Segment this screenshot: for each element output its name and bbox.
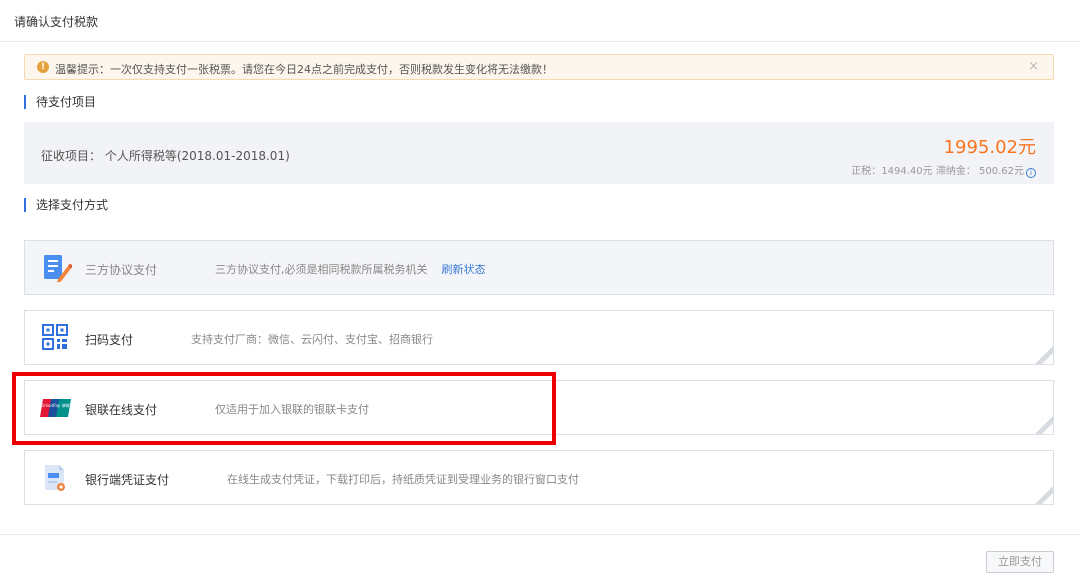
pending-summary: 征收项目： 个人所得税等(2018.01-2018.01) 1995.02元 正…: [24, 122, 1054, 184]
pay-option-unionpay-name: 银联在线支付: [85, 403, 158, 417]
qr-code-icon: [42, 324, 68, 350]
pay-option-qr[interactable]: 扫码支付 支持支付厂商：微信、云闪付、支付宝、招商银行: [24, 310, 1054, 365]
corner-triangle-icon: [1035, 416, 1053, 434]
pay-option-tripartite-name: 三方协议支付: [85, 263, 158, 277]
pay-option-tripartite[interactable]: 三方协议支付 三方协议支付,必须是相同税款所属税务机关 刷新状态: [24, 240, 1054, 295]
amount-detail: 正税：1494.40元 滞纳金： 500.62元 i: [851, 162, 1036, 178]
pay-option-bank-voucher[interactable]: 银行端凭证支付 在线生成支付凭证，下载打印后，持纸质凭证到受理业务的银行窗口支付: [24, 450, 1054, 505]
pending-section-title: 待支付项目: [24, 95, 96, 109]
pay-option-unionpay-desc: 仅适用于加入银联的银联卡支付: [215, 403, 369, 416]
total-amount: 1995.02元: [943, 137, 1036, 158]
corner-triangle-icon: [1035, 346, 1053, 364]
amount-detail-text: 正税：1494.40元 滞纳金： 500.62元: [851, 166, 1024, 177]
pay-option-qr-desc: 支持支付厂商：微信、云闪付、支付宝、招商银行: [191, 333, 433, 346]
corner-triangle-icon: [1035, 486, 1053, 504]
refresh-status-link[interactable]: 刷新状态: [442, 263, 486, 276]
close-icon[interactable]: ×: [1028, 60, 1039, 74]
pay-option-unionpay[interactable]: UnionPay 银联 银联在线支付 仅适用于加入银联的银联卡支付: [24, 380, 1054, 435]
page-title: 请确认支付税款: [14, 15, 99, 29]
page-header: 请确认支付税款: [0, 0, 1080, 42]
warning-notice: ! 温馨提示：一次仅支持支付一张税票。请您在今日24点之前完成支付，否则税款发生…: [24, 54, 1054, 80]
info-icon[interactable]: i: [1026, 168, 1036, 178]
unionpay-card-icon: UnionPay 银联: [40, 399, 71, 417]
unionpay-logo-text: UnionPay 银联: [41, 403, 70, 408]
pay-now-button[interactable]: 立即支付: [986, 551, 1054, 573]
bank-voucher-icon: [45, 465, 65, 491]
pay-option-tripartite-desc: 三方协议支付,必须是相同税款所属税务机关 刷新状态: [215, 261, 486, 277]
document-pen-icon: [44, 255, 72, 283]
page-footer: 立即支付: [0, 534, 1080, 582]
notice-text: 温馨提示：一次仅支持支付一张税票。请您在今日24点之前完成支付，否则税款发生变化…: [55, 63, 553, 76]
pay-option-tripartite-desc-text: 三方协议支付,必须是相同税款所属税务机关: [215, 263, 428, 276]
pay-option-bank-voucher-desc: 在线生成支付凭证，下载打印后，持纸质凭证到受理业务的银行窗口支付: [227, 473, 579, 486]
pay-option-bank-voucher-name: 银行端凭证支付: [85, 473, 170, 487]
payment-section-title: 选择支付方式: [24, 198, 108, 212]
collection-item-label: 征收项目： 个人所得税等(2018.01-2018.01): [41, 149, 290, 163]
pay-option-qr-name: 扫码支付: [85, 333, 134, 347]
warning-icon: !: [37, 61, 49, 73]
